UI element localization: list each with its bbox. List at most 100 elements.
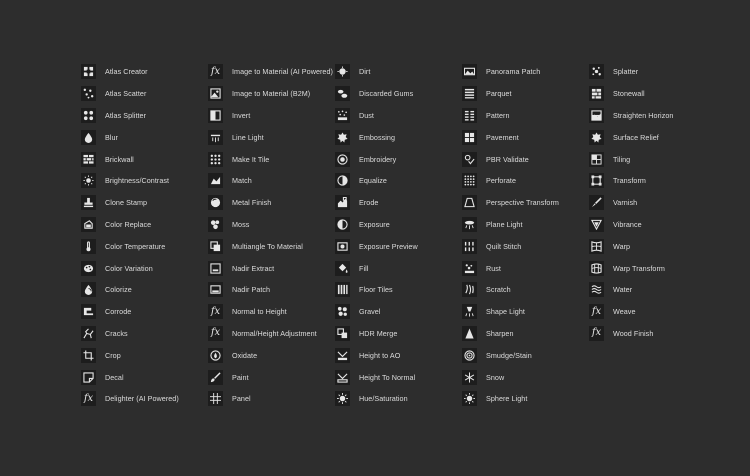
filter-item[interactable]: Hue/Saturation [335,388,462,410]
filter-item[interactable]: Stonewall [589,83,716,105]
filter-item[interactable]: Atlas Scatter [81,83,208,105]
filter-item[interactable]: Warp Transform [589,257,716,279]
filter-item[interactable]: Line Light [208,126,335,148]
filter-item[interactable]: Vibrance [589,214,716,236]
filter-item[interactable]: fx Normal/Height Adjustment [208,323,335,345]
filter-item-label: Rust [486,263,501,273]
filter-item[interactable]: Perspective Transform [462,192,589,214]
filter-item[interactable]: Invert [208,105,335,127]
match-icon [208,173,223,189]
filter-item[interactable]: Height To Normal [335,366,462,388]
filter-item[interactable]: Blur [81,126,208,148]
filter-item[interactable]: Floor Tiles [335,279,462,301]
filter-item-label: Brightness/Contrast [105,176,170,186]
filter-item[interactable]: Nadir Extract [208,257,335,279]
filter-item[interactable]: Snow [462,366,589,388]
filter-item[interactable]: Panel [208,388,335,410]
filter-item[interactable]: Smudge/Stain [462,344,589,366]
filter-item[interactable]: Height to AO [335,344,462,366]
filter-item[interactable]: Warp [589,235,716,257]
filter-item[interactable]: Fill [335,257,462,279]
filter-item-label: Straighten Horizon [613,110,674,120]
brickwall-icon [81,151,96,167]
filter-item[interactable]: fx Image to Material (AI Powered) [208,61,335,83]
gravel-icon [335,304,350,320]
filter-item-label: Pavement [486,132,519,142]
filter-item[interactable]: Discarded Gums [335,83,462,105]
filter-item[interactable]: Erode [335,192,462,214]
filter-item[interactable]: Water [589,279,716,301]
filter-item[interactable]: Sharpen [462,323,589,345]
filter-item[interactable]: Color Temperature [81,235,208,257]
filter-item-label: Colorize [105,285,132,295]
filter-column-1: Atlas Creator Atlas Scatter Atlas Splitter… [81,61,208,410]
filter-item[interactable]: PBR Validate [462,148,589,170]
filter-item[interactable]: Oxidate [208,344,335,366]
filter-item-label: Gravel [359,307,381,317]
filter-item[interactable]: Cracks [81,323,208,345]
filter-item[interactable]: Panorama Patch [462,61,589,83]
filter-item[interactable]: fx Delighter (AI Powered) [81,388,208,410]
filter-item[interactable]: Embossing [335,126,462,148]
fx-icon: fx [208,325,223,341]
filter-item[interactable]: Moss [208,214,335,236]
filter-item[interactable]: Embroidery [335,148,462,170]
filter-item[interactable]: Quilt Stitch [462,235,589,257]
filter-item[interactable]: Surface Relief [589,126,716,148]
filter-item[interactable]: Atlas Splitter [81,105,208,127]
filter-item[interactable]: Corrode [81,301,208,323]
filter-item[interactable]: Shape Light [462,301,589,323]
filter-item-label: PBR Validate [486,154,529,164]
filter-item[interactable]: Make It Tile [208,148,335,170]
filter-item[interactable]: Plane Light [462,214,589,236]
filter-item[interactable]: Dirt [335,61,462,83]
metal-finish-icon [208,195,223,211]
filter-item[interactable]: fx Normal to Height [208,301,335,323]
filter-item[interactable]: fx Weave [589,301,716,323]
filter-item[interactable]: Scratch [462,279,589,301]
filter-item-label: Color Temperature [105,241,166,251]
hue-saturation-icon [335,391,350,407]
filter-item[interactable]: Pavement [462,126,589,148]
filter-item[interactable]: Color Variation [81,257,208,279]
filter-item[interactable]: Brightness/Contrast [81,170,208,192]
filter-item[interactable]: Equalize [335,170,462,192]
filter-item[interactable]: Image to Material (B2M) [208,83,335,105]
color-replace-icon [81,216,96,232]
filter-item[interactable]: Decal [81,366,208,388]
filter-item-label: Pattern [486,110,510,120]
filter-item[interactable]: Varnish [589,192,716,214]
filter-item[interactable]: Sphere Light [462,388,589,410]
filter-item[interactable]: Crop [81,344,208,366]
filter-item[interactable]: Transform [589,170,716,192]
vibrance-icon [589,216,604,232]
filter-item[interactable]: Colorize [81,279,208,301]
filter-item[interactable]: Color Replace [81,214,208,236]
filter-item[interactable]: Exposure Preview [335,235,462,257]
filter-item[interactable]: Nadir Patch [208,279,335,301]
filter-item[interactable]: Match [208,170,335,192]
filter-item[interactable]: Parquet [462,83,589,105]
filter-item[interactable]: Atlas Creator [81,61,208,83]
filter-item[interactable]: Pattern [462,105,589,127]
filter-item[interactable]: Clone Stamp [81,192,208,214]
filter-item[interactable]: Paint [208,366,335,388]
filter-item[interactable]: Dust [335,105,462,127]
filter-item[interactable]: Exposure [335,214,462,236]
fx-icon: fx [208,304,223,320]
filter-item[interactable]: HDR Merge [335,323,462,345]
filter-item[interactable]: Perforate [462,170,589,192]
filter-item[interactable]: Rust [462,257,589,279]
exposure-preview-icon [335,238,350,254]
filter-item[interactable]: Straighten Horizon [589,105,716,127]
filter-item-label: Image to Material (B2M) [232,89,311,99]
filter-item[interactable]: Brickwall [81,148,208,170]
filter-item[interactable]: Splatter [589,61,716,83]
filter-item-label: Atlas Scatter [105,89,147,99]
filter-item[interactable]: Tiling [589,148,716,170]
filter-item[interactable]: Multiangle To Material [208,235,335,257]
filter-item[interactable]: fx Wood Finish [589,323,716,345]
filter-item-label: Floor Tiles [359,285,393,295]
filter-item[interactable]: Metal Finish [208,192,335,214]
filter-item[interactable]: Gravel [335,301,462,323]
